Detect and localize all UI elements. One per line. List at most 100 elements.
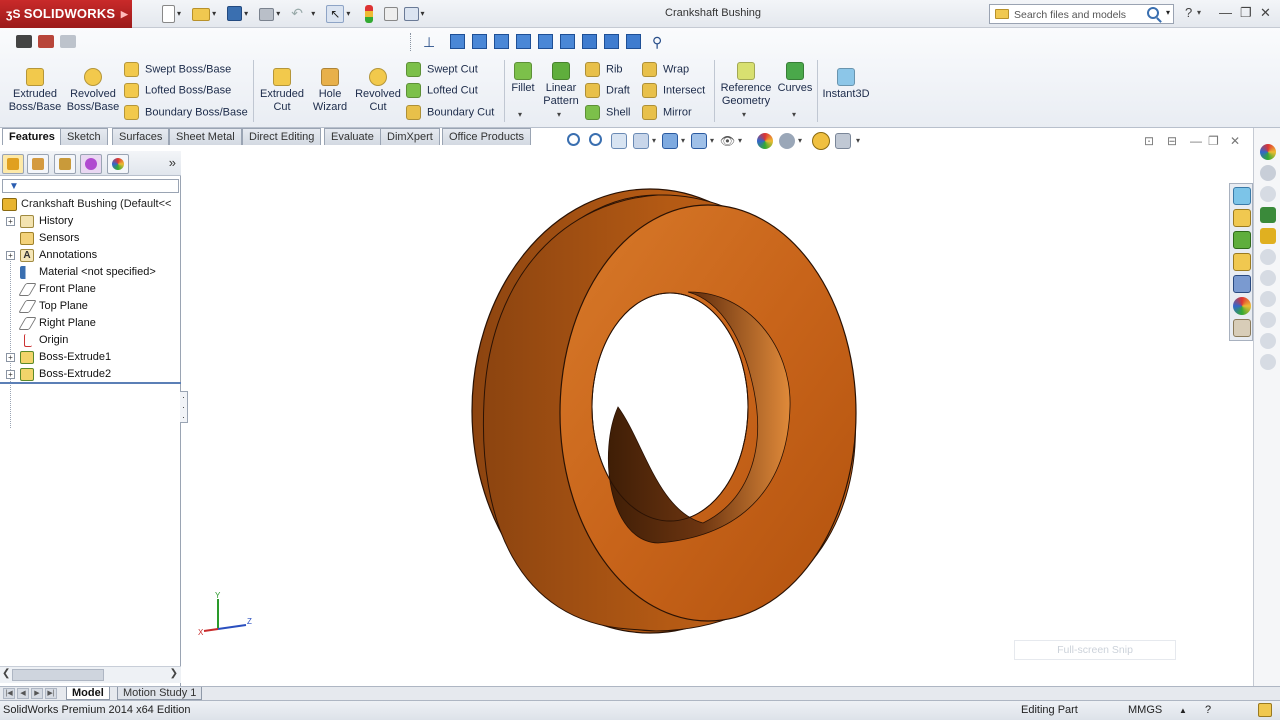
boundary-cut-button[interactable]: Boundary Cut [406,105,494,121]
tab-direct-editing[interactable]: Direct Editing [242,128,322,145]
hide-show-dropdown-icon[interactable]: ▾ [738,136,742,145]
view-settings-dropdown-icon[interactable]: ▾ [856,136,860,145]
lofted-cut-button[interactable]: Lofted Cut [406,83,478,99]
hide-show-items-icon[interactable]: 👁 [720,133,736,149]
restore-icon[interactable]: ❐ [1240,5,1252,21]
units-arrow-icon[interactable]: ▲ [1179,701,1187,720]
scroll-right-icon[interactable]: ❯ [170,668,178,679]
last-tab-icon[interactable]: ▶| [45,688,57,699]
curves-button[interactable]: Curves [776,62,814,95]
previous-view-icon[interactable] [611,133,627,149]
section-dropdown-icon[interactable]: ▾ [652,136,656,145]
tool-icon[interactable] [1260,228,1276,244]
lofted-boss-button[interactable]: Lofted Boss/Base [124,83,231,99]
tab-features[interactable]: Features [2,128,62,145]
search-dropdown-icon[interactable]: ▾ [1166,8,1170,17]
tool-icon[interactable] [1260,249,1276,265]
search-icon[interactable] [1147,7,1159,19]
panel-collapse-handle[interactable]: · · · [180,391,188,423]
record-icon[interactable] [38,35,54,48]
normal-to-icon[interactable]: ⊥ [423,34,435,51]
scene-dropdown-icon[interactable]: ▾ [798,136,802,145]
graphics-area[interactable]: Y Z X [188,151,1252,686]
design-library-icon[interactable] [1233,209,1251,227]
new-dropdown-icon[interactable]: ▾ [177,5,185,23]
view-orientation-icon[interactable] [662,133,678,149]
display-style-dropdown-icon[interactable]: ▾ [710,136,714,145]
view-isometric-icon[interactable] [582,34,597,49]
display-style-icon[interactable] [691,133,707,149]
tool-icon[interactable] [1260,270,1276,286]
appearances-icon[interactable] [1233,297,1251,315]
next-tab-icon[interactable]: ▶ [31,688,43,699]
scroll-thumb[interactable] [12,669,104,681]
display-manager-tab-icon[interactable] [107,154,129,174]
options-dropdown-icon[interactable]: ▾ [421,5,429,23]
view-top-icon[interactable] [538,34,553,49]
revolved-boss-button[interactable]: Revolved Boss/Base [64,68,122,113]
appearance-icon[interactable] [1260,144,1276,160]
expand-icon[interactable]: + [6,217,15,226]
file-explorer-icon[interactable] [1233,231,1251,249]
more-tabs-icon[interactable]: » [169,155,176,170]
viewport-close-icon[interactable]: ✕ [1230,134,1240,148]
select-dropdown-icon[interactable]: ▾ [346,5,354,23]
tab-evaluate[interactable]: Evaluate [324,128,381,145]
solidworks-logo-menu[interactable]: ʒS SOLIDWORKS ▶ [0,0,132,28]
open-dropdown-icon[interactable]: ▾ [212,5,220,23]
apply-scene-icon[interactable] [779,133,795,149]
tool-icon[interactable] [1260,165,1276,181]
section-view-icon[interactable] [633,133,649,149]
reference-geometry-dropdown-icon[interactable]: ▾ [742,110,746,119]
capture-settings-icon[interactable] [60,35,76,48]
viewport-split-icon[interactable]: ⊟ [1167,134,1177,148]
tree-root-part[interactable]: Crankshaft Bushing (Default<< [2,196,171,213]
mirror-button[interactable]: Mirror [642,105,692,121]
draft-button[interactable]: Draft [585,83,630,99]
tool-icon[interactable] [1260,312,1276,328]
extruded-boss-button[interactable]: Extruded Boss/Base [6,68,64,113]
options-icon[interactable] [403,7,419,21]
tab-motion-study-1[interactable]: Motion Study 1 [117,687,203,700]
tab-model[interactable]: Model [66,687,110,700]
linear-pattern-button[interactable]: Linear Pattern [540,62,582,107]
boundary-boss-button[interactable]: Boundary Boss/Base [124,105,248,121]
shell-button[interactable]: Shell [585,105,630,121]
tab-surfaces[interactable]: Surfaces [112,128,170,145]
viewport-restore-icon[interactable]: ❐ [1208,134,1219,148]
tab-sketch[interactable]: Sketch [60,128,108,145]
instant3d-button[interactable]: Instant3D [820,68,872,101]
view-bottom-icon[interactable] [560,34,575,49]
rebuild-status-icon[interactable] [1258,703,1272,717]
expand-icon[interactable]: + [6,251,15,260]
property-manager-tab-icon[interactable] [27,154,49,174]
hole-wizard-button[interactable]: Hole Wizard [306,68,354,113]
help-dropdown-icon[interactable]: ▾ [1197,5,1201,21]
dimxpert-manager-tab-icon[interactable] [80,154,102,174]
select-pointer-icon[interactable]: ↖ [326,5,345,23]
search-box[interactable]: Search files and models ▾ [989,4,1174,24]
tool-icon[interactable] [1260,207,1276,223]
save-icon[interactable] [227,6,243,21]
wrap-button[interactable]: Wrap [642,62,689,78]
tool-icon[interactable] [1260,291,1276,307]
expand-icon[interactable]: + [6,353,15,362]
zoom-to-area-icon[interactable] [589,133,602,146]
fillet-dropdown-icon[interactable]: ▾ [518,110,522,119]
expand-icon[interactable]: + [6,370,15,379]
close-icon[interactable]: ✕ [1260,5,1271,21]
reference-geometry-button[interactable]: Reference Geometry [718,62,774,107]
view-left-icon[interactable] [494,34,509,49]
help-icon[interactable]: ? [1185,5,1192,21]
view-dimetric-icon[interactable] [626,34,641,49]
tab-dimxpert[interactable]: DimXpert [380,128,440,145]
tool-icon[interactable] [1260,186,1276,202]
tree-filter-input[interactable]: ▼ [2,179,179,193]
print-dropdown-icon[interactable]: ▾ [276,5,284,23]
configuration-manager-tab-icon[interactable] [54,154,76,174]
swept-boss-button[interactable]: Swept Boss/Base [124,62,231,78]
view-front-icon[interactable] [450,34,465,49]
orientation-dropdown-icon[interactable]: ▾ [681,136,685,145]
zoom-to-fit-icon[interactable] [567,133,580,146]
link-views-icon[interactable]: ⚲ [652,34,662,51]
